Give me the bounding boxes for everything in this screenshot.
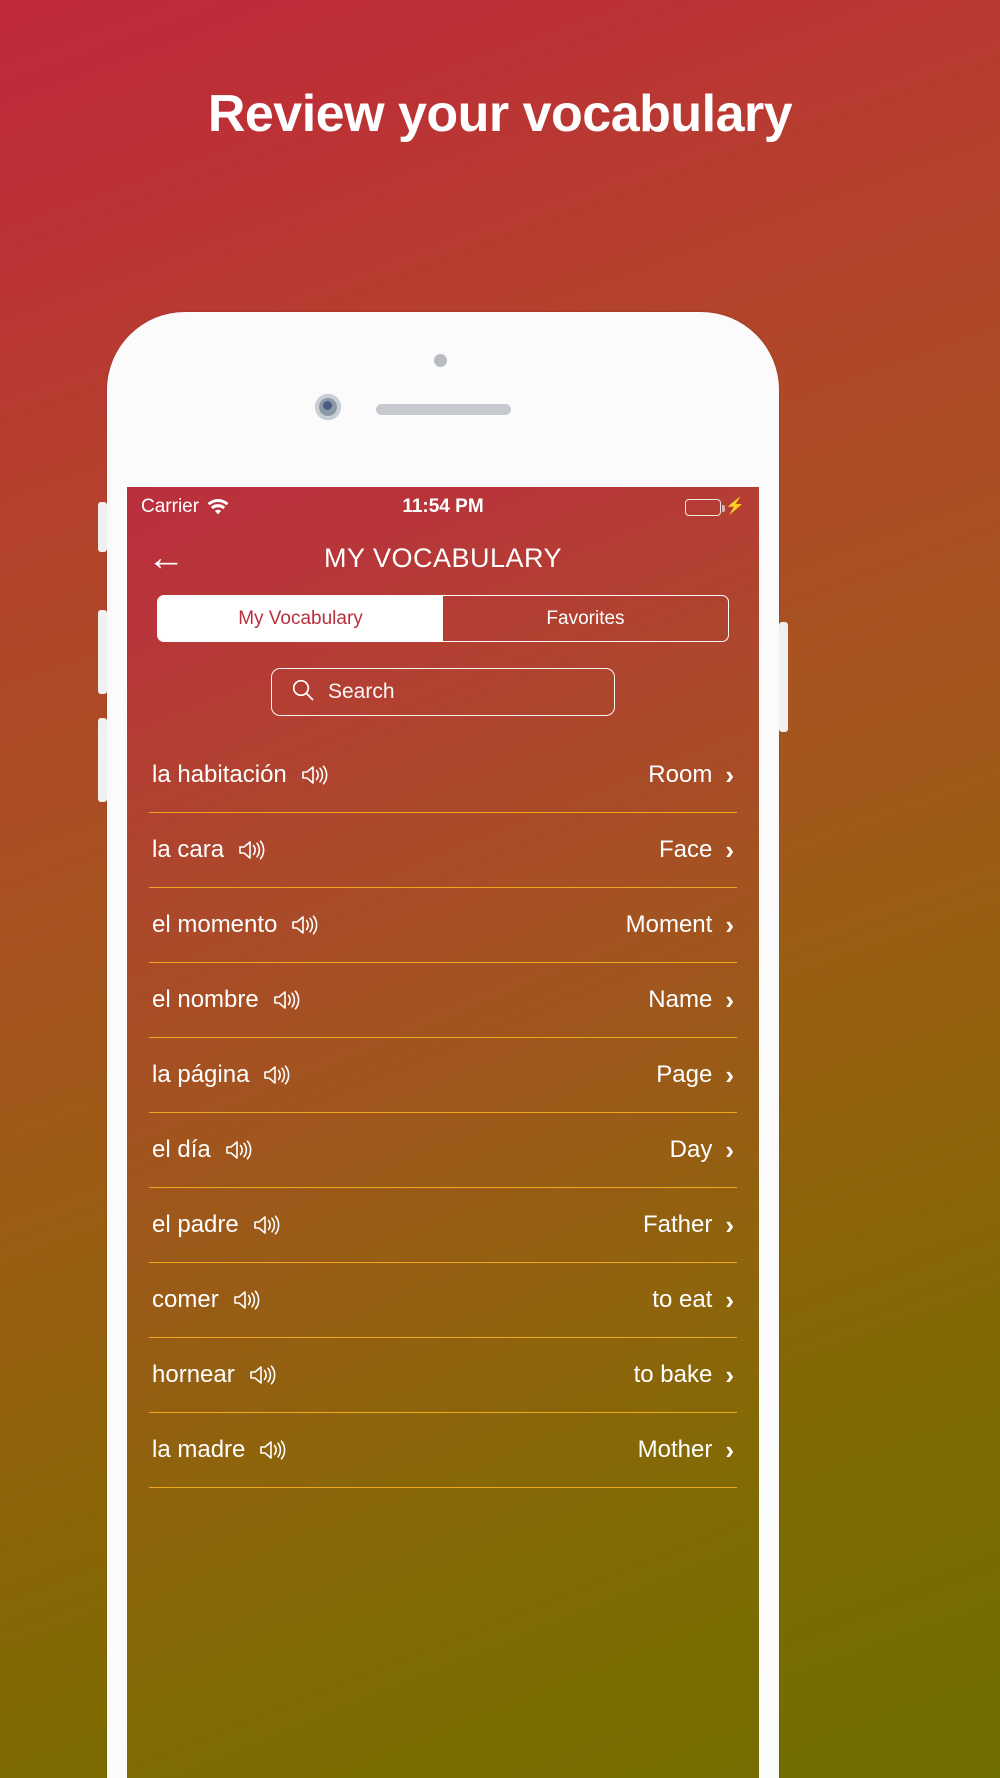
vocabulary-row[interactable]: el nombre Name › <box>149 963 737 1038</box>
vocabulary-term: hornear <box>152 1361 235 1388</box>
page-title: Review your vocabulary <box>207 85 793 143</box>
speaker-icon[interactable] <box>224 1138 254 1162</box>
vocabulary-row[interactable]: la madre Mother › <box>149 1413 737 1488</box>
vocabulary-row[interactable]: la página Page › <box>149 1038 737 1113</box>
speaker-icon[interactable] <box>290 913 320 937</box>
vocabulary-translation: Face <box>658 836 713 863</box>
vocabulary-row[interactable]: la habitación Room › <box>149 738 737 813</box>
vocabulary-row[interactable]: comer to eat › <box>149 1263 737 1338</box>
vocabulary-term: la madre <box>152 1436 246 1463</box>
speaker-icon[interactable] <box>252 1213 282 1237</box>
front-camera-icon <box>434 354 447 367</box>
vocabulary-row[interactable]: el momento Moment › <box>149 888 737 963</box>
vocabulary-term: el nombre <box>152 986 259 1013</box>
segmented-control[interactable]: My Vocabulary Favorites <box>157 595 729 642</box>
vocabulary-translation: Page <box>656 1061 713 1088</box>
speaker-icon[interactable] <box>262 1063 292 1087</box>
vocabulary-translation: Name <box>648 986 713 1013</box>
tab-my-vocabulary[interactable]: My Vocabulary <box>158 596 443 641</box>
phone-mockup: Carrier 11:54 PM ⚡ ← MY VOCABULARY My Vo… <box>98 312 788 1778</box>
vocabulary-translation: Day <box>669 1136 713 1163</box>
vocabulary-translation: Father <box>642 1211 713 1238</box>
chevron-right-icon[interactable]: › <box>725 1062 734 1088</box>
vocabulary-term: la cara <box>152 836 225 863</box>
screen-title: MY VOCABULARY <box>323 542 563 573</box>
chevron-right-icon[interactable]: › <box>725 762 734 788</box>
vocabulary-row[interactable]: la cara Face › <box>149 813 737 888</box>
vocabulary-term: el padre <box>152 1211 239 1238</box>
chevron-right-icon[interactable]: › <box>725 1362 734 1388</box>
volume-down-button[interactable] <box>98 718 107 802</box>
chevron-right-icon[interactable]: › <box>725 1212 734 1238</box>
search-icon <box>292 679 314 706</box>
wifi-icon <box>207 498 229 516</box>
lightning-bolt-icon: ⚡ <box>725 498 745 515</box>
speaker-icon[interactable] <box>232 1288 262 1312</box>
sensor-lens-icon <box>315 394 341 420</box>
vocabulary-row[interactable]: hornear to bake › <box>149 1338 737 1413</box>
vocabulary-translation: to bake <box>633 1361 713 1388</box>
power-button[interactable] <box>779 622 788 732</box>
status-bar: Carrier 11:54 PM ⚡ <box>127 487 759 527</box>
chevron-right-icon[interactable]: › <box>725 912 734 938</box>
carrier-label: Carrier <box>141 496 200 517</box>
vocabulary-translation: Room <box>648 761 713 788</box>
speaker-icon[interactable] <box>258 1438 288 1462</box>
tab-favorites[interactable]: Favorites <box>443 596 728 641</box>
vocabulary-translation: Mother <box>637 1436 713 1463</box>
search-input[interactable]: Search <box>271 668 615 716</box>
battery-icon <box>685 498 726 516</box>
volume-up-button[interactable] <box>98 610 107 694</box>
vocabulary-translation: to eat <box>652 1286 713 1313</box>
search-placeholder: Search <box>328 680 395 703</box>
speaker-icon[interactable] <box>237 838 267 862</box>
vocabulary-row[interactable]: el día Day › <box>149 1113 737 1188</box>
app-screen: Carrier 11:54 PM ⚡ ← MY VOCABULARY My Vo… <box>127 487 759 1778</box>
promo-screenshot: Review your vocabulary Carrier 11:54 PM … <box>0 0 1000 1778</box>
chevron-right-icon[interactable]: › <box>725 1287 734 1313</box>
earpiece-speaker <box>376 404 511 415</box>
vocabulary-term: el momento <box>152 911 278 938</box>
back-arrow-icon[interactable]: ← <box>147 539 185 577</box>
vocabulary-term: comer <box>152 1286 219 1313</box>
vocabulary-term: la página <box>152 1061 250 1088</box>
speaker-icon[interactable] <box>248 1363 278 1387</box>
phone-top-bezel <box>107 312 779 487</box>
vocabulary-row[interactable]: el padre Father › <box>149 1188 737 1263</box>
vocabulary-list[interactable]: la habitación Room › la cara Face › el momen… <box>127 738 759 1488</box>
mute-switch[interactable] <box>98 502 107 552</box>
speaker-icon[interactable] <box>272 988 302 1012</box>
chevron-right-icon[interactable]: › <box>725 1437 734 1463</box>
chevron-right-icon[interactable]: › <box>725 1137 734 1163</box>
vocabulary-term: el día <box>152 1136 211 1163</box>
chevron-right-icon[interactable]: › <box>725 837 734 863</box>
speaker-icon[interactable] <box>300 763 330 787</box>
navigation-bar: ← MY VOCABULARY <box>127 527 759 589</box>
chevron-right-icon[interactable]: › <box>725 987 734 1013</box>
vocabulary-term: la habitación <box>152 761 287 788</box>
vocabulary-translation: Moment <box>625 911 713 938</box>
